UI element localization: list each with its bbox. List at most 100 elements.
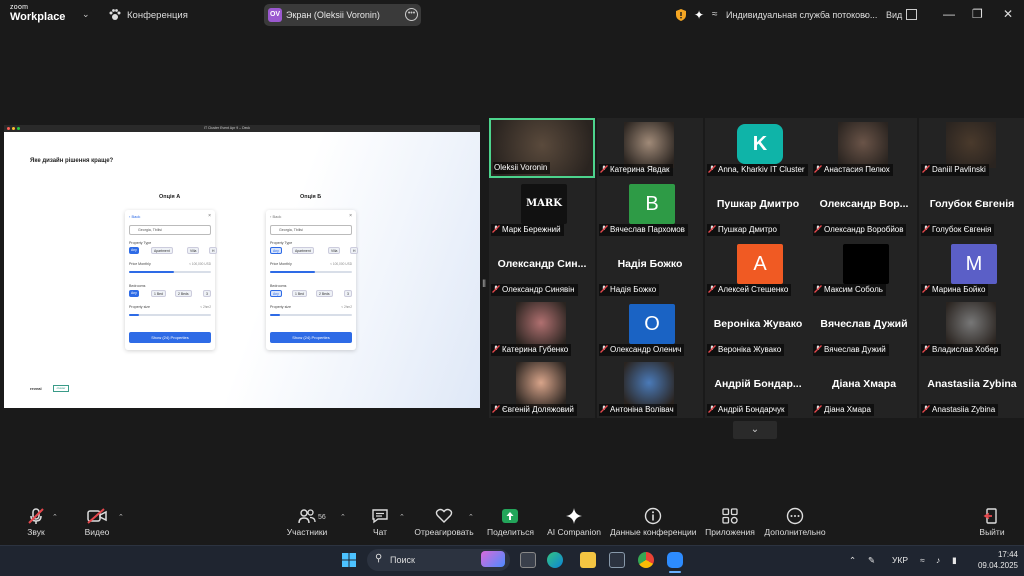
chat-button[interactable]: Чат [368, 505, 392, 545]
participant-tile[interactable]: Катерина Явдак [597, 118, 703, 178]
sharer-avatar: OV [268, 8, 282, 22]
conference-label[interactable]: Конференция [127, 10, 188, 21]
participant-name: Пушкар Дмитро [718, 225, 777, 234]
property-type-label: Property Type [270, 241, 293, 245]
participant-tile[interactable]: Олександр Вор... Олександр Воробйов [811, 178, 917, 238]
participant-avatar: A [737, 244, 783, 284]
react-button[interactable]: Отреагировать [414, 505, 474, 545]
language-indicator[interactable]: УКР [892, 555, 908, 565]
back-link: ‹ Back [270, 214, 282, 219]
more-button[interactable]: Дополнительно [764, 505, 826, 545]
participants-icon [298, 509, 316, 524]
ai-companion-button[interactable]: AI Companion [546, 505, 602, 545]
participant-tile[interactable]: Антоніна Волівач [597, 358, 703, 418]
participant-tile[interactable]: K Anna, Kharkiv IT Cluster [705, 118, 811, 178]
participant-tile[interactable]: Вячеслав Дужий Вячеслав Дужий [811, 298, 917, 358]
react-options-caret[interactable]: ⌃ [466, 505, 478, 545]
audio-button[interactable]: Звук [20, 505, 52, 545]
close-icon: × [349, 213, 352, 219]
participant-tile[interactable]: A Алексей Стешенко [705, 238, 811, 298]
chip-any: Any [270, 247, 282, 254]
chevron-down-icon[interactable]: ⌄ [861, 9, 869, 20]
video-options-caret[interactable]: ⌃ [116, 505, 128, 545]
taskbar-clock[interactable]: 17:44 09.04.2025 [972, 549, 1018, 571]
participant-tile[interactable]: Пушкар Дмитро Пушкар Дмитро [705, 178, 811, 238]
mic-muted-icon [708, 285, 716, 293]
store-icon[interactable] [609, 552, 625, 568]
participant-tile[interactable]: Максим Соболь [811, 238, 917, 298]
grid-view-icon[interactable] [906, 9, 917, 20]
shield-icon[interactable] [676, 9, 686, 21]
chip-more: H [350, 247, 359, 254]
participant-nameplate: Anastasiia Zybina [921, 404, 999, 416]
wifi-icon[interactable]: ≈ [920, 555, 925, 565]
volume-icon[interactable]: ♪ [936, 555, 940, 565]
participant-tile[interactable]: Владислав Хобер [919, 298, 1024, 358]
mic-muted-icon [492, 345, 500, 353]
chrome-icon[interactable] [638, 552, 654, 568]
chevron-down-icon[interactable]: ⌄ [82, 9, 90, 20]
participant-avatar [843, 244, 889, 284]
participant-video [838, 122, 888, 168]
task-view-icon[interactable] [520, 552, 536, 568]
participant-video [946, 122, 996, 168]
stream-label[interactable]: Индивидуальная служба потоково... [726, 10, 877, 20]
mic-muted-icon [814, 405, 822, 413]
participant-name: Євгеній Доляжовий [502, 405, 574, 414]
participant-tile[interactable]: B Вячеслав Пархомов [597, 178, 703, 238]
participant-tile[interactable]: Anastasiia Zybina Anastasiia Zybina [919, 358, 1024, 418]
restore-icon[interactable]: ❐ [972, 7, 983, 21]
participant-name: Daniil Pavlinski [932, 165, 986, 174]
participants-options-caret[interactable]: ⌃ [338, 505, 350, 545]
audio-options-caret[interactable]: ⌃ [50, 505, 62, 545]
participant-tile[interactable]: Daniil Pavlinski [919, 118, 1024, 178]
participant-tile[interactable]: Олександр Син... Олександр Синявін [489, 238, 595, 298]
edge-browser-icon[interactable] [547, 552, 563, 568]
participant-tile[interactable]: Діана Хмара Діана Хмара [811, 358, 917, 418]
participant-tile[interactable]: Андрій Бондар... Андрій Бондарчук [705, 358, 811, 418]
leave-button[interactable]: Выйти [976, 505, 1008, 545]
chat-options-caret[interactable]: ⌃ [397, 505, 409, 545]
participant-tile[interactable]: Анастасия Пелюх [811, 118, 917, 178]
pen-icon[interactable]: ✎ [868, 555, 875, 566]
meeting-info-button[interactable]: Данные конференции [610, 505, 697, 545]
mic-muted-icon [814, 345, 822, 353]
participants-button[interactable]: Участники [284, 505, 330, 545]
chip-1-bed: 1 Bed [151, 290, 166, 297]
battery-icon[interactable]: ▮ [952, 555, 957, 566]
chip-apartment: Apartment [292, 247, 314, 254]
view-button[interactable]: Вид [886, 10, 902, 20]
participant-tile[interactable]: MARK Марк Бережний [489, 178, 595, 238]
participant-tile[interactable]: Євгеній Доляжовий [489, 358, 595, 418]
participant-tile[interactable]: Катерина Губенко [489, 298, 595, 358]
participant-tile[interactable]: M Марина Бойко [919, 238, 1024, 298]
apps-label: Приложения [705, 527, 755, 537]
participant-display-name: Вячеслав Дужий [820, 318, 908, 330]
participant-tile[interactable]: Голубок Євгенія Голубок Євгенія [919, 178, 1024, 238]
participant-nameplate: Пушкар Дмитро [707, 224, 780, 236]
participant-tile[interactable]: O Олександр Оленич [597, 298, 703, 358]
gallery-scroll-down-button[interactable]: ⌄ [733, 421, 777, 439]
zoom-logo[interactable]: zoom Workplace [10, 4, 65, 23]
participant-nameplate: Надія Божко [599, 284, 660, 296]
video-button[interactable]: Видео [80, 505, 114, 545]
file-explorer-icon[interactable] [580, 552, 596, 568]
windows-start-icon[interactable] [341, 552, 357, 568]
share-label: Экран (Oleksii Voronin) [286, 10, 380, 20]
participant-tile[interactable]: Oleksii Voronin [489, 118, 595, 178]
splitter-handle[interactable]: ‖ [482, 279, 486, 290]
size-label: Property size [270, 305, 291, 309]
tray-overflow-icon[interactable]: ⌃ [849, 555, 856, 566]
more-icon[interactable]: ••• [405, 8, 418, 21]
shared-screen[interactable]: IT Cluster Event Apr 9 – Deck Яке дизайн… [4, 125, 480, 408]
mic-muted-icon [600, 165, 608, 173]
minimize-icon[interactable]: — [943, 7, 955, 21]
participant-tile[interactable]: Надія Божко Надія Божко [597, 238, 703, 298]
participant-tile[interactable]: Вероніка Жувако Вероніка Жувако [705, 298, 811, 358]
zoom-taskbar-icon[interactable] [667, 552, 683, 568]
close-icon[interactable]: ✕ [1003, 7, 1013, 21]
apps-button[interactable]: Приложения [704, 505, 756, 545]
participant-nameplate: Діана Хмара [813, 404, 874, 416]
ai-spark-icon[interactable]: ✦ [694, 8, 704, 22]
share-button[interactable]: Поделиться [487, 505, 534, 545]
